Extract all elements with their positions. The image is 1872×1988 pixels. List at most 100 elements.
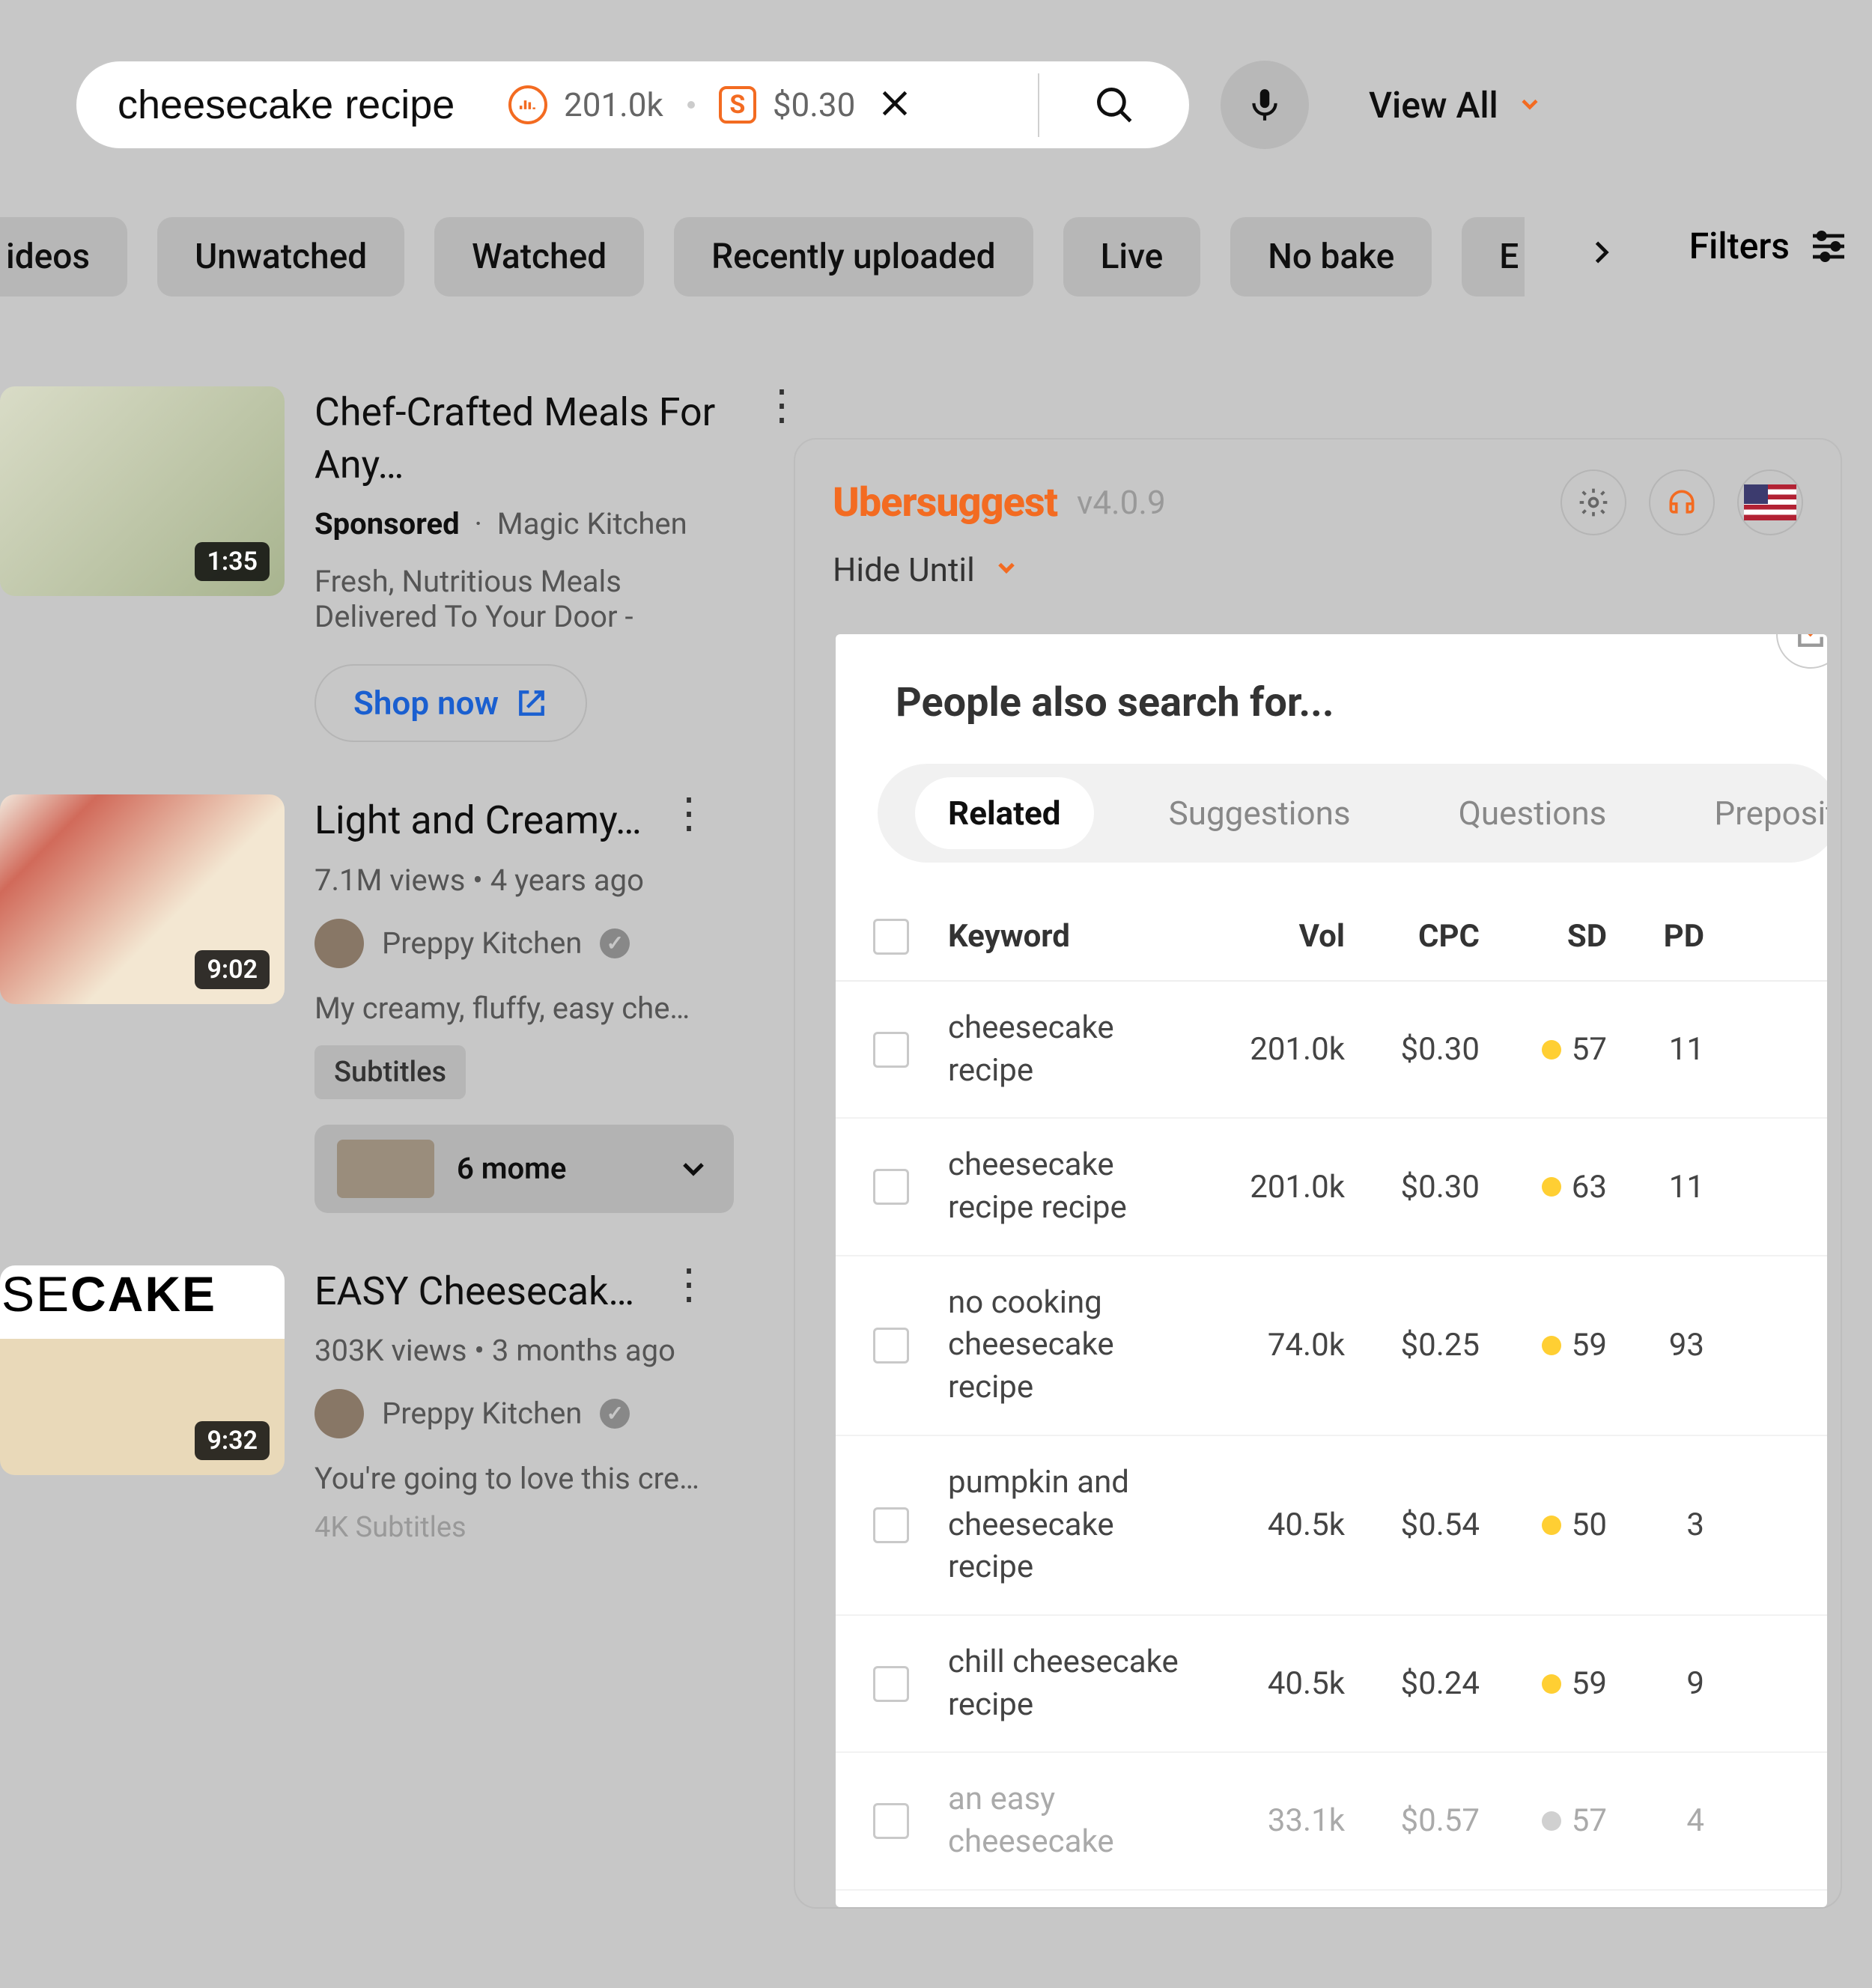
video-description: Fresh, Nutritious Meals Delivered To You… xyxy=(314,564,734,634)
video-thumbnail[interactable]: 9:02 xyxy=(0,794,285,1004)
ubersuggest-version: v4.0.9 xyxy=(1077,483,1166,522)
cpc-icon: S xyxy=(719,86,756,124)
table-row[interactable]: cheesecake recipe 201.0k $0.30 57 11 xyxy=(836,982,1827,1119)
keyword-table: Keyword Vol CPC SD PD cheesecake recipe … xyxy=(836,893,1827,1891)
sponsored-label: Sponsored xyxy=(314,506,460,541)
shop-now-button[interactable]: Shop now xyxy=(314,664,587,742)
moment-thumbnail xyxy=(337,1140,434,1198)
verified-badge-icon xyxy=(600,928,630,958)
row-checkbox[interactable] xyxy=(873,1666,909,1702)
cpc-cell: $0.24 xyxy=(1352,1665,1480,1702)
table-row[interactable]: no cooking cheesecake recipe 74.0k $0.25… xyxy=(836,1256,1827,1436)
video-moments[interactable]: 6 mome xyxy=(314,1125,734,1213)
col-cpc[interactable]: CPC xyxy=(1352,918,1480,955)
filter-chip-watched[interactable]: Watched xyxy=(434,217,644,297)
view-all-label: View All xyxy=(1369,84,1498,127)
voice-search-button[interactable] xyxy=(1221,61,1309,149)
kebab-menu[interactable]: ⋮ xyxy=(668,788,710,838)
ubersuggest-panel: Ubersuggest v4.0.9 Hide Until People als… xyxy=(794,438,1842,1909)
clear-search-button[interactable] xyxy=(876,85,914,125)
table-row[interactable]: cheesecake recipe recipe 201.0k $0.30 63… xyxy=(836,1119,1827,1256)
hide-until-label: Hide Until xyxy=(833,550,975,589)
col-sd[interactable]: SD xyxy=(1487,918,1607,955)
ubersuggest-logo: Ubersuggest xyxy=(833,479,1057,526)
table-row[interactable]: an easy cheesecake 33.1k $0.57 57 4 xyxy=(836,1753,1827,1890)
filter-chip-videos[interactable]: ideos xyxy=(0,217,127,297)
vol-cell: 201.0k xyxy=(1203,1031,1345,1068)
col-pd[interactable]: PD xyxy=(1614,918,1704,955)
tab-questions[interactable]: Questions xyxy=(1426,777,1640,849)
sd-cell: 63 xyxy=(1487,1169,1607,1206)
channel-avatar[interactable] xyxy=(314,919,364,968)
volume-value: 201.0k xyxy=(564,85,663,124)
sd-cell: 57 xyxy=(1487,1031,1607,1068)
video-thumbnail[interactable]: 1:35 xyxy=(0,386,285,596)
kebab-menu[interactable]: ⋮ xyxy=(761,380,803,430)
video-duration: 1:35 xyxy=(195,542,270,581)
tab-related[interactable]: Related xyxy=(915,777,1094,849)
cpc-cell: $0.57 xyxy=(1352,1802,1480,1839)
search-button[interactable] xyxy=(1039,61,1189,148)
chevron-down-icon xyxy=(993,550,1020,589)
vol-cell: 40.5k xyxy=(1203,1507,1345,1543)
table-row[interactable]: chill cheesecake recipe 40.5k $0.24 59 9 xyxy=(836,1616,1827,1753)
vol-cell: 33.1k xyxy=(1203,1802,1345,1839)
popout-button[interactable] xyxy=(1776,634,1827,669)
cpc-cell: $0.54 xyxy=(1352,1507,1480,1543)
video-duration: 9:02 xyxy=(195,950,270,989)
video-title[interactable]: Chef-Crafted Meals For Any… xyxy=(314,386,734,491)
video-thumbnail[interactable]: SECAKE 9:32 xyxy=(0,1265,285,1475)
panel-title: People also search for... xyxy=(836,679,1827,764)
sd-cell: 59 xyxy=(1487,1327,1607,1364)
select-all-checkbox[interactable] xyxy=(873,919,909,955)
chips-scroll-right[interactable] xyxy=(1584,236,1617,272)
advertiser-name[interactable]: Magic Kitchen xyxy=(497,506,687,541)
row-checkbox[interactable] xyxy=(873,1328,909,1364)
video-description: My creamy, fluffy, easy che… xyxy=(314,991,734,1026)
channel-name[interactable]: Preppy Kitchen xyxy=(382,1396,582,1431)
vol-cell: 40.5k xyxy=(1203,1665,1345,1702)
pd-cell: 93 xyxy=(1614,1327,1704,1364)
view-all-dropdown[interactable]: View All xyxy=(1369,84,1543,127)
row-checkbox[interactable] xyxy=(873,1169,909,1205)
volume-icon xyxy=(508,85,547,124)
filter-chip-live[interactable]: Live xyxy=(1063,217,1201,297)
row-checkbox[interactable] xyxy=(873,1032,909,1068)
cpc-value: $0.30 xyxy=(773,85,856,124)
pd-cell: 4 xyxy=(1614,1802,1704,1839)
col-vol[interactable]: Vol xyxy=(1203,918,1345,955)
cpc-cell: $0.30 xyxy=(1352,1031,1480,1068)
video-duration: 9:32 xyxy=(195,1421,270,1460)
filter-chip-no-bake[interactable]: No bake xyxy=(1230,217,1432,297)
kebab-menu[interactable]: ⋮ xyxy=(668,1259,710,1309)
tab-prepositions[interactable]: Prepositio xyxy=(1681,777,1827,849)
filter-chip-recently-uploaded[interactable]: Recently uploaded xyxy=(674,217,1033,297)
keyword-cell: cheesecake recipe xyxy=(948,1007,1195,1092)
col-keyword[interactable]: Keyword xyxy=(948,918,1195,955)
hide-until-dropdown[interactable]: Hide Until xyxy=(795,550,1841,589)
search-input[interactable] xyxy=(118,82,499,128)
keyword-cell: cheesecake recipe recipe xyxy=(948,1144,1195,1229)
filter-chip-unwatched[interactable]: Unwatched xyxy=(157,217,404,297)
cpc-cell: $0.25 xyxy=(1352,1327,1480,1364)
support-button[interactable] xyxy=(1649,469,1715,535)
row-checkbox[interactable] xyxy=(873,1803,909,1839)
tab-suggestions[interactable]: Suggestions xyxy=(1136,777,1384,849)
filters-button[interactable]: Filters xyxy=(1689,225,1850,267)
dot-separator xyxy=(687,101,695,109)
table-row[interactable]: pumpkin and cheesecake recipe 40.5k $0.5… xyxy=(836,1436,1827,1616)
keyword-panel: People also search for... Related Sugges… xyxy=(836,634,1827,1907)
table-header: Keyword Vol CPC SD PD xyxy=(836,893,1827,982)
keyword-tabs: Related Suggestions Questions Prepositio xyxy=(878,764,1827,863)
channel-name[interactable]: Preppy Kitchen xyxy=(382,925,582,961)
country-selector[interactable] xyxy=(1737,469,1803,535)
sd-cell: 59 xyxy=(1487,1665,1607,1702)
us-flag-icon xyxy=(1744,484,1796,520)
filter-chip-more[interactable]: E xyxy=(1462,217,1525,297)
pd-cell: 11 xyxy=(1614,1169,1704,1206)
settings-button[interactable] xyxy=(1560,469,1626,535)
row-checkbox[interactable] xyxy=(873,1507,909,1543)
channel-avatar[interactable] xyxy=(314,1389,364,1438)
shop-now-label: Shop now xyxy=(353,684,499,723)
video-description: You're going to love this cre… xyxy=(314,1461,734,1496)
